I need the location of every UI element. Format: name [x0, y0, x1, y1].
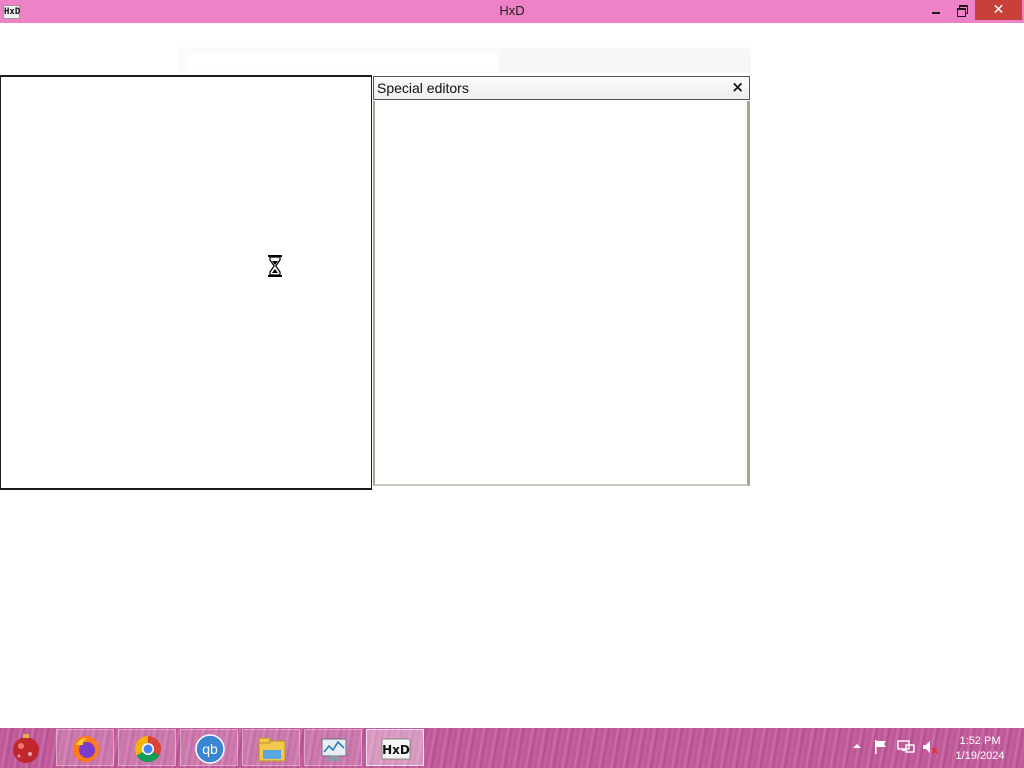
- taskbar-clock[interactable]: 1:52 PM 1/19/2024: [946, 734, 1014, 764]
- clock-time: 1:52 PM: [959, 735, 1001, 747]
- clock-date: 1/19/2024: [955, 750, 1005, 762]
- taskbar-hxd[interactable]: HxD: [366, 729, 424, 766]
- hxd-icon: HxD: [381, 738, 411, 760]
- taskbar-qbittorrent[interactable]: qb: [180, 729, 238, 766]
- special-editors-panel: Special editors ×: [373, 76, 751, 487]
- resource-monitor-icon: [321, 738, 347, 761]
- hxd-taskbar-label: HxD: [382, 743, 410, 757]
- volume-muted-icon[interactable]: [921, 739, 939, 755]
- special-editors-header: Special editors ×: [373, 76, 750, 100]
- qbittorrent-icon: qb: [195, 734, 225, 764]
- network-icon[interactable]: [897, 739, 915, 755]
- action-center-flag-icon[interactable]: [873, 739, 889, 755]
- start-orb-icon[interactable]: [6, 730, 46, 766]
- taskbar-firefox[interactable]: [56, 729, 114, 766]
- minimize-button[interactable]: [923, 0, 949, 20]
- taskbar-resource-monitor[interactable]: [304, 729, 362, 766]
- show-hidden-icons-icon[interactable]: [852, 741, 862, 751]
- file-explorer-icon: [258, 737, 286, 762]
- firefox-icon: [73, 736, 99, 762]
- close-button[interactable]: ✕: [975, 0, 1022, 20]
- special-editors-title: Special editors: [377, 80, 469, 96]
- window-titlebar[interactable]: HxD HxD ✕: [0, 0, 1024, 23]
- close-icon: ✕: [992, 2, 1005, 18]
- taskbar-file-explorer[interactable]: [242, 729, 300, 766]
- toolbar-placeholder: [178, 47, 751, 73]
- qbittorrent-label: qb: [202, 741, 218, 757]
- special-editors-close-button[interactable]: ×: [731, 78, 744, 96]
- chrome-icon: [134, 735, 161, 763]
- taskbar: qb HxD: [0, 728, 1024, 768]
- minimize-icon: [932, 12, 940, 14]
- window-title: HxD: [499, 3, 525, 18]
- editor-pane[interactable]: [0, 75, 372, 490]
- restore-button[interactable]: [949, 0, 975, 20]
- taskbar-chrome[interactable]: [118, 729, 176, 766]
- special-editors-body[interactable]: [373, 101, 750, 486]
- hourglass-icon: [268, 255, 282, 277]
